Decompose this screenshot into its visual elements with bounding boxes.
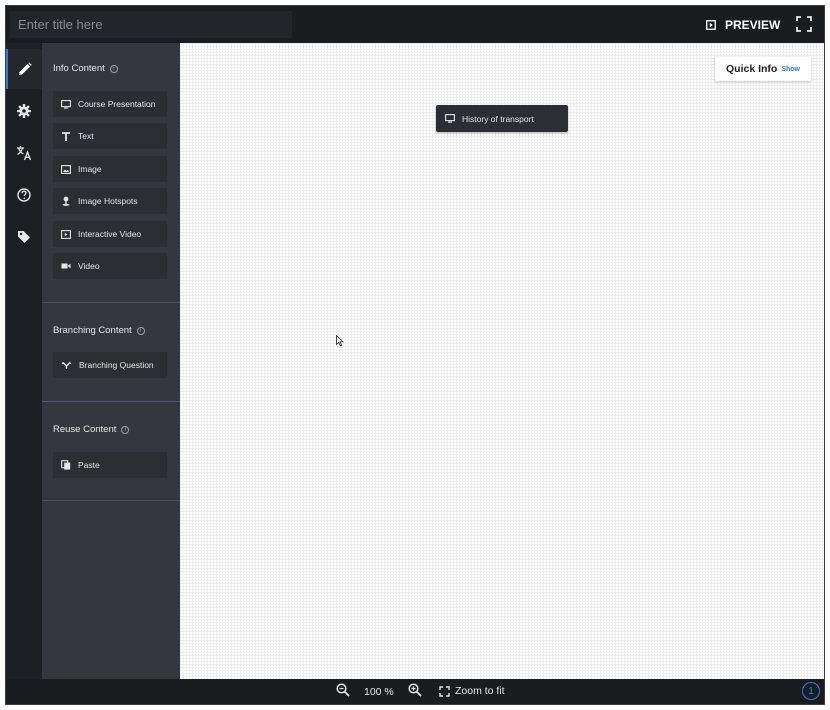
bottom-bar: 100 % Zoom to fit 1 <box>6 679 824 704</box>
branch-icon <box>61 361 72 369</box>
item-label: Image Hotspots <box>78 196 138 206</box>
item-label: Image <box>78 164 102 174</box>
preview-label: PREVIEW <box>725 18 781 32</box>
section-title-label: Reuse Content <box>53 424 117 435</box>
section-divider <box>42 302 180 303</box>
info-icon[interactable]: i <box>109 64 118 73</box>
zoom-to-fit-button[interactable]: Zoom to fit <box>439 685 505 697</box>
tag-icon <box>18 231 30 243</box>
info-icon[interactable]: i <box>121 425 130 434</box>
item-label: Video <box>78 261 100 271</box>
section-title-info-content: Info Content i <box>53 63 118 74</box>
quick-info-label: Quick Info <box>725 63 778 75</box>
hotspot-icon <box>62 196 70 206</box>
sidebar-rail <box>6 43 42 679</box>
item-label: Interactive Video <box>78 229 142 239</box>
info-icon[interactable]: i <box>136 326 145 335</box>
rail-item-help[interactable] <box>6 175 42 215</box>
rail-item-settings[interactable] <box>6 91 42 131</box>
zoom-out-icon[interactable] <box>336 683 350 697</box>
text-icon <box>62 131 70 141</box>
section-title-label: Info Content <box>53 63 105 74</box>
fit-screen-icon <box>439 685 450 697</box>
rail-item-translate[interactable] <box>6 133 42 173</box>
help-badge[interactable]: 1 <box>802 682 820 700</box>
content-item-text[interactable]: Text <box>53 123 167 149</box>
preview-icon <box>706 20 716 30</box>
quick-info-show-link[interactable]: Show <box>781 66 800 73</box>
content-item-video[interactable]: Video <box>53 253 167 279</box>
content-node-label: History of transport <box>462 113 534 124</box>
item-label: Paste <box>78 460 100 470</box>
app-window: PREVIEW <box>5 5 825 705</box>
help-circle-icon <box>17 188 31 202</box>
section-title-branching-content: Branching Content i <box>53 325 145 336</box>
item-label: Branching Question <box>79 360 154 370</box>
zoom-in-icon[interactable] <box>408 683 422 697</box>
quick-info-box: Quick Info Show <box>715 57 811 81</box>
title-input[interactable] <box>10 11 292 38</box>
translate-icon <box>17 146 32 161</box>
video-camera-icon <box>61 263 71 269</box>
branching-canvas[interactable]: Quick Info Show History of transport <box>180 43 824 679</box>
rail-item-edit[interactable] <box>6 49 42 89</box>
zoom-to-fit-label: Zoom to fit <box>455 685 505 697</box>
content-item-paste[interactable]: Paste <box>53 452 167 478</box>
content-item-image-hotspots[interactable]: Image Hotspots <box>53 188 167 214</box>
mouse-cursor-icon <box>336 335 344 347</box>
image-icon <box>61 164 71 174</box>
play-box-icon <box>61 229 71 239</box>
zoom-level: 100 % <box>364 686 394 698</box>
item-label: Course Presentation <box>78 99 156 109</box>
content-panel: Info Content i Course Presentation Text … <box>42 43 180 679</box>
section-divider <box>42 401 180 402</box>
content-item-branching-question[interactable]: Branching Question <box>53 352 167 378</box>
content-item-interactive-video[interactable]: Interactive Video <box>53 221 167 247</box>
section-divider <box>42 500 180 501</box>
preview-button[interactable]: PREVIEW <box>706 16 780 34</box>
gear-icon <box>17 104 31 118</box>
content-item-image[interactable]: Image <box>53 156 167 182</box>
content-node[interactable]: History of transport <box>436 105 568 132</box>
monitor-icon <box>61 99 71 109</box>
monitor-icon <box>445 114 455 123</box>
pencil-icon <box>19 62 32 75</box>
section-title-reuse-content: Reuse Content i <box>53 424 130 435</box>
top-bar: PREVIEW <box>6 6 824 43</box>
content-item-course-presentation[interactable]: Course Presentation <box>53 91 167 117</box>
paste-icon <box>61 460 71 470</box>
section-title-label: Branching Content <box>53 325 132 336</box>
fullscreen-icon[interactable] <box>796 16 812 32</box>
item-label: Text <box>78 131 94 141</box>
rail-item-tags[interactable] <box>6 217 42 257</box>
